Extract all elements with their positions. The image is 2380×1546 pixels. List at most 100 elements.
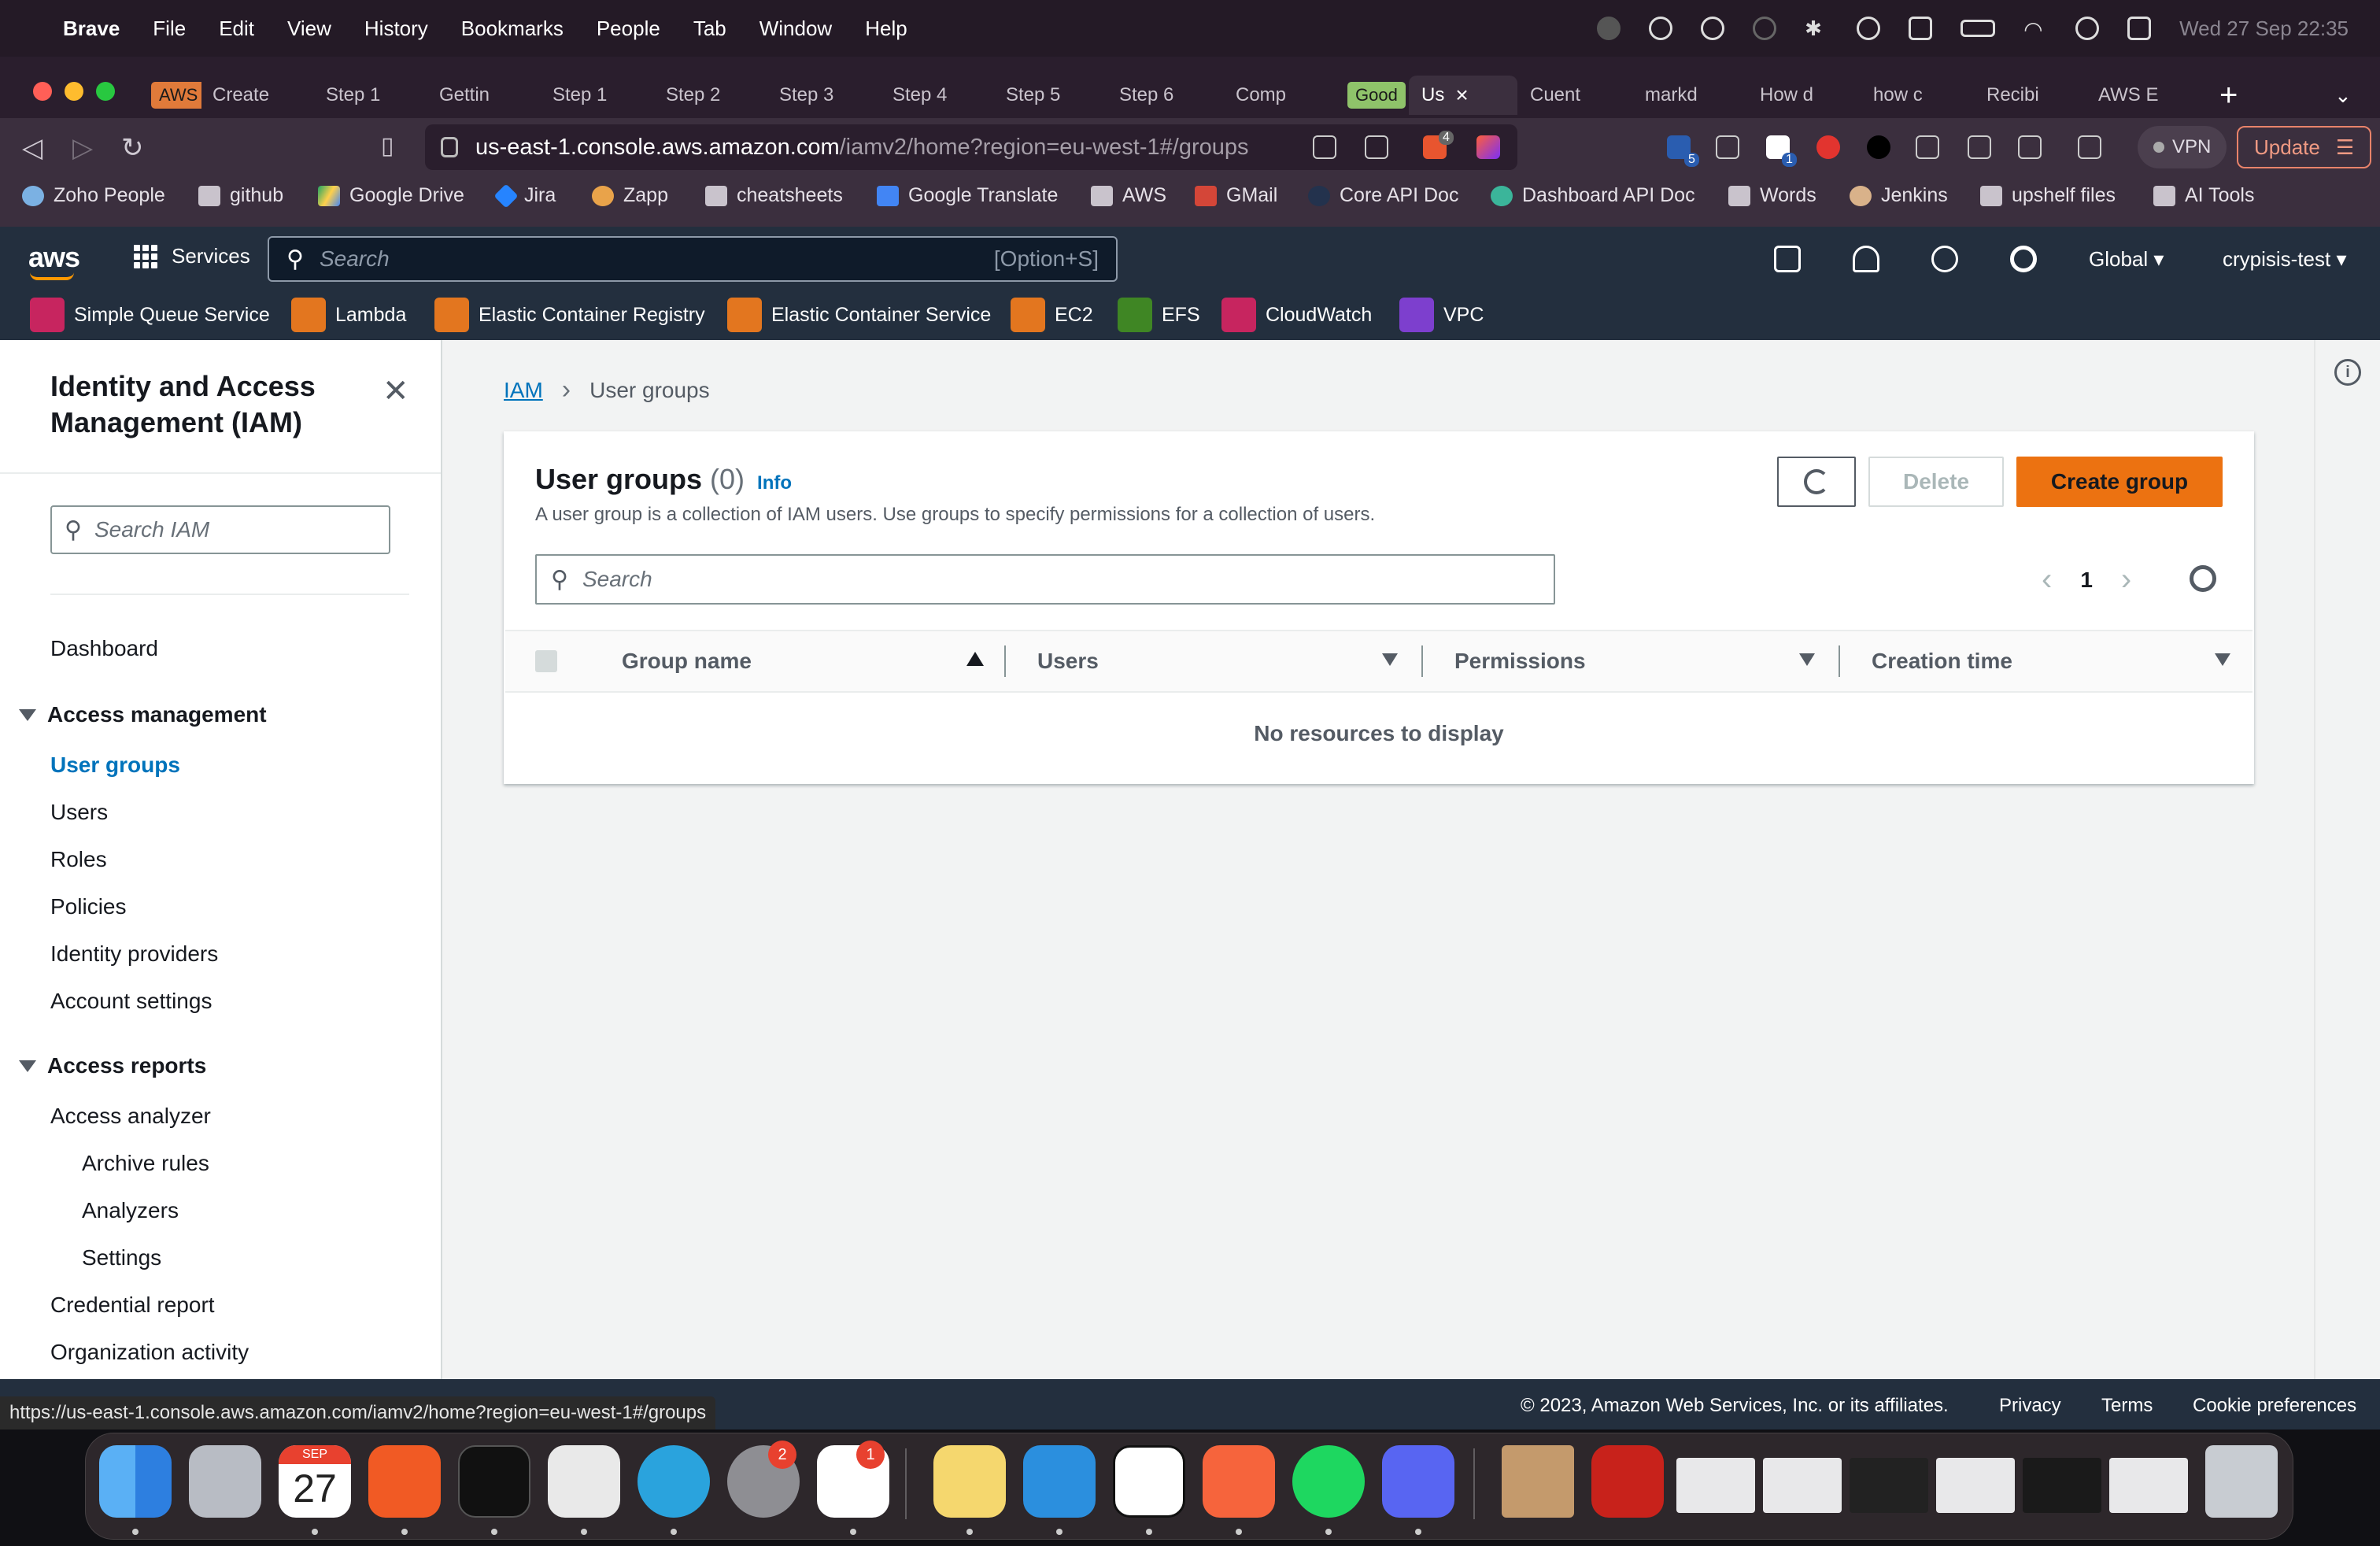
share-icon[interactable] bbox=[1365, 135, 1388, 159]
tab-good[interactable]: Good bbox=[1347, 76, 1407, 115]
telegram-icon[interactable] bbox=[638, 1445, 710, 1518]
tab-step-3[interactable]: Step 3 bbox=[779, 76, 881, 115]
tab-step-2[interactable]: Step 2 bbox=[666, 76, 768, 115]
photo-thumbnail-icon[interactable] bbox=[1502, 1445, 1574, 1518]
favorite-lambda[interactable]: Lambda bbox=[291, 298, 406, 332]
zoom-window-icon[interactable] bbox=[96, 82, 115, 101]
sidebar-item-users[interactable]: Users bbox=[50, 800, 108, 825]
breadcrumb-iam-link[interactable]: IAM bbox=[504, 378, 543, 403]
menu-window[interactable]: Window bbox=[759, 17, 832, 41]
battery-icon[interactable] bbox=[1961, 20, 1996, 37]
footer-privacy-link[interactable]: Privacy bbox=[1999, 1395, 2061, 1417]
menu-edit[interactable]: Edit bbox=[219, 17, 254, 41]
bookmark-dashboard-api-doc[interactable]: Dashboard API Doc bbox=[1491, 184, 1695, 207]
discord-icon[interactable] bbox=[1382, 1445, 1454, 1518]
bookmark-google-drive[interactable]: Google Drive bbox=[318, 184, 464, 207]
brave-rewards-icon[interactable] bbox=[1476, 135, 1500, 159]
translate-icon[interactable] bbox=[1313, 135, 1336, 159]
aws-logo[interactable]: aws bbox=[28, 241, 80, 280]
dark-extension-icon[interactable] bbox=[1867, 135, 1890, 159]
column-users[interactable]: Users bbox=[1037, 649, 1099, 674]
sort-icon[interactable] bbox=[1382, 653, 1398, 666]
new-tab-plus-icon[interactable]: + bbox=[2219, 76, 2251, 115]
weather-icon[interactable] bbox=[1701, 17, 1725, 40]
launchpad-icon[interactable] bbox=[189, 1445, 261, 1518]
control-center-icon[interactable] bbox=[2127, 17, 2152, 40]
footer-cookie-preferences-link[interactable]: Cookie preferences bbox=[2193, 1395, 2356, 1417]
search-iam-input[interactable]: ⚲ Search IAM bbox=[50, 505, 390, 554]
tab-comp[interactable]: Comp bbox=[1236, 76, 1338, 115]
next-page-icon[interactable]: › bbox=[2121, 562, 2131, 597]
tableplus-icon[interactable] bbox=[548, 1445, 620, 1518]
sidebar-item-user-groups[interactable]: User groups bbox=[50, 753, 180, 778]
bookmark-page-icon[interactable]: ▯ bbox=[381, 132, 394, 160]
brave-browser-icon[interactable] bbox=[368, 1445, 441, 1518]
sidebar-item-policies[interactable]: Policies bbox=[50, 894, 126, 919]
groups-search-input[interactable]: ⚲ Search bbox=[535, 554, 1555, 605]
tab-step-1[interactable]: Step 1 bbox=[326, 76, 428, 115]
finder-icon[interactable] bbox=[99, 1445, 172, 1518]
spotlight-search-icon[interactable] bbox=[2075, 17, 2100, 40]
bookmark-github[interactable]: github bbox=[198, 184, 283, 207]
close-tab-icon[interactable]: × bbox=[1455, 83, 1468, 108]
bookmark-gmail[interactable]: GMail bbox=[1195, 184, 1277, 207]
extensions-puzzle-icon[interactable] bbox=[1916, 135, 1939, 159]
address-bar[interactable]: us-east-1.console.aws.amazon.com/iamv2/h… bbox=[425, 124, 1517, 170]
favorite-ecs[interactable]: Elastic Container Service bbox=[727, 298, 991, 332]
menu-app-name[interactable]: Brave bbox=[63, 17, 120, 41]
bookmark-aws[interactable]: AWS bbox=[1091, 184, 1166, 207]
sidebar-section-access-management[interactable]: Access management bbox=[19, 702, 267, 727]
sidebar-section-access-reports[interactable]: Access reports bbox=[19, 1053, 206, 1078]
bookmark-cheatsheets[interactable]: cheatsheets bbox=[705, 184, 843, 207]
notifications-bell-icon[interactable] bbox=[1853, 246, 1879, 272]
tab-recibi[interactable]: Recibi bbox=[1986, 76, 2089, 115]
bookmark-zoho-people[interactable]: Zoho People bbox=[22, 184, 165, 207]
sidebar-item-identity-providers[interactable]: Identity providers bbox=[50, 941, 218, 967]
column-group-name[interactable]: Group name bbox=[622, 649, 752, 674]
stop-extension-icon[interactable] bbox=[1816, 135, 1840, 159]
minimized-window-thumbnail[interactable] bbox=[1676, 1458, 1755, 1513]
tab-create[interactable]: Create bbox=[213, 76, 315, 115]
back-arrow-icon[interactable]: ◁ bbox=[22, 132, 42, 164]
favorite-ecr[interactable]: Elastic Container Registry bbox=[434, 298, 705, 332]
create-group-button[interactable]: Create group bbox=[2016, 457, 2223, 507]
tab-user-groups-active[interactable]: Us × bbox=[1409, 76, 1517, 115]
reload-icon[interactable]: ↻ bbox=[121, 132, 144, 164]
help-icon[interactable] bbox=[1931, 246, 1958, 272]
sidebar-item-roles[interactable]: Roles bbox=[50, 847, 107, 872]
forward-arrow-icon[interactable]: ▷ bbox=[72, 132, 93, 164]
vscode-icon[interactable] bbox=[1023, 1445, 1096, 1518]
footer-terms-link[interactable]: Terms bbox=[2101, 1395, 2153, 1417]
bookmark-google-translate[interactable]: Google Translate bbox=[877, 184, 1058, 207]
postman-icon[interactable] bbox=[1203, 1445, 1275, 1518]
sort-icon[interactable] bbox=[2215, 653, 2230, 666]
menu-history[interactable]: History bbox=[364, 17, 428, 41]
download-icon[interactable] bbox=[1968, 135, 1991, 159]
more-extension-icon[interactable] bbox=[1716, 135, 1739, 159]
services-menu-button[interactable]: Services bbox=[134, 244, 250, 268]
sidebar-item-account-settings[interactable]: Account settings bbox=[50, 989, 212, 1014]
sidebar-item-settings[interactable]: Settings bbox=[82, 1245, 161, 1270]
column-divider[interactable] bbox=[1421, 645, 1423, 677]
bookmark-core-api-doc[interactable]: Core API Doc bbox=[1308, 184, 1458, 207]
menu-view[interactable]: View bbox=[287, 17, 331, 41]
bluetooth-icon[interactable]: ✱ bbox=[1805, 17, 1828, 40]
tab-step-1b[interactable]: Step 1 bbox=[552, 76, 655, 115]
tab-step-4[interactable]: Step 4 bbox=[893, 76, 995, 115]
pdf-document-icon[interactable] bbox=[1591, 1445, 1664, 1518]
aws-search-input[interactable]: ⚲ Search [Option+S] bbox=[268, 236, 1118, 282]
minimize-window-icon[interactable] bbox=[65, 82, 83, 101]
menu-bookmarks[interactable]: Bookmarks bbox=[461, 17, 564, 41]
close-window-icon[interactable] bbox=[33, 82, 52, 101]
column-permissions[interactable]: Permissions bbox=[1454, 649, 1586, 674]
current-page[interactable]: 1 bbox=[2080, 568, 2093, 593]
minimized-window-thumbnail[interactable] bbox=[2109, 1458, 2188, 1513]
settings-gear-icon[interactable] bbox=[2010, 246, 2037, 272]
tab-how-do[interactable]: How d bbox=[1760, 76, 1862, 115]
record-icon[interactable] bbox=[1597, 17, 1621, 40]
sidebar-item-organization-activity[interactable]: Organization activity bbox=[50, 1340, 249, 1365]
favorite-ec2[interactable]: EC2 bbox=[1011, 298, 1093, 332]
info-link[interactable]: Info bbox=[757, 472, 792, 494]
sidebar-item-archive-rules[interactable]: Archive rules bbox=[82, 1151, 209, 1176]
favorite-cloudwatch[interactable]: CloudWatch bbox=[1221, 298, 1372, 332]
